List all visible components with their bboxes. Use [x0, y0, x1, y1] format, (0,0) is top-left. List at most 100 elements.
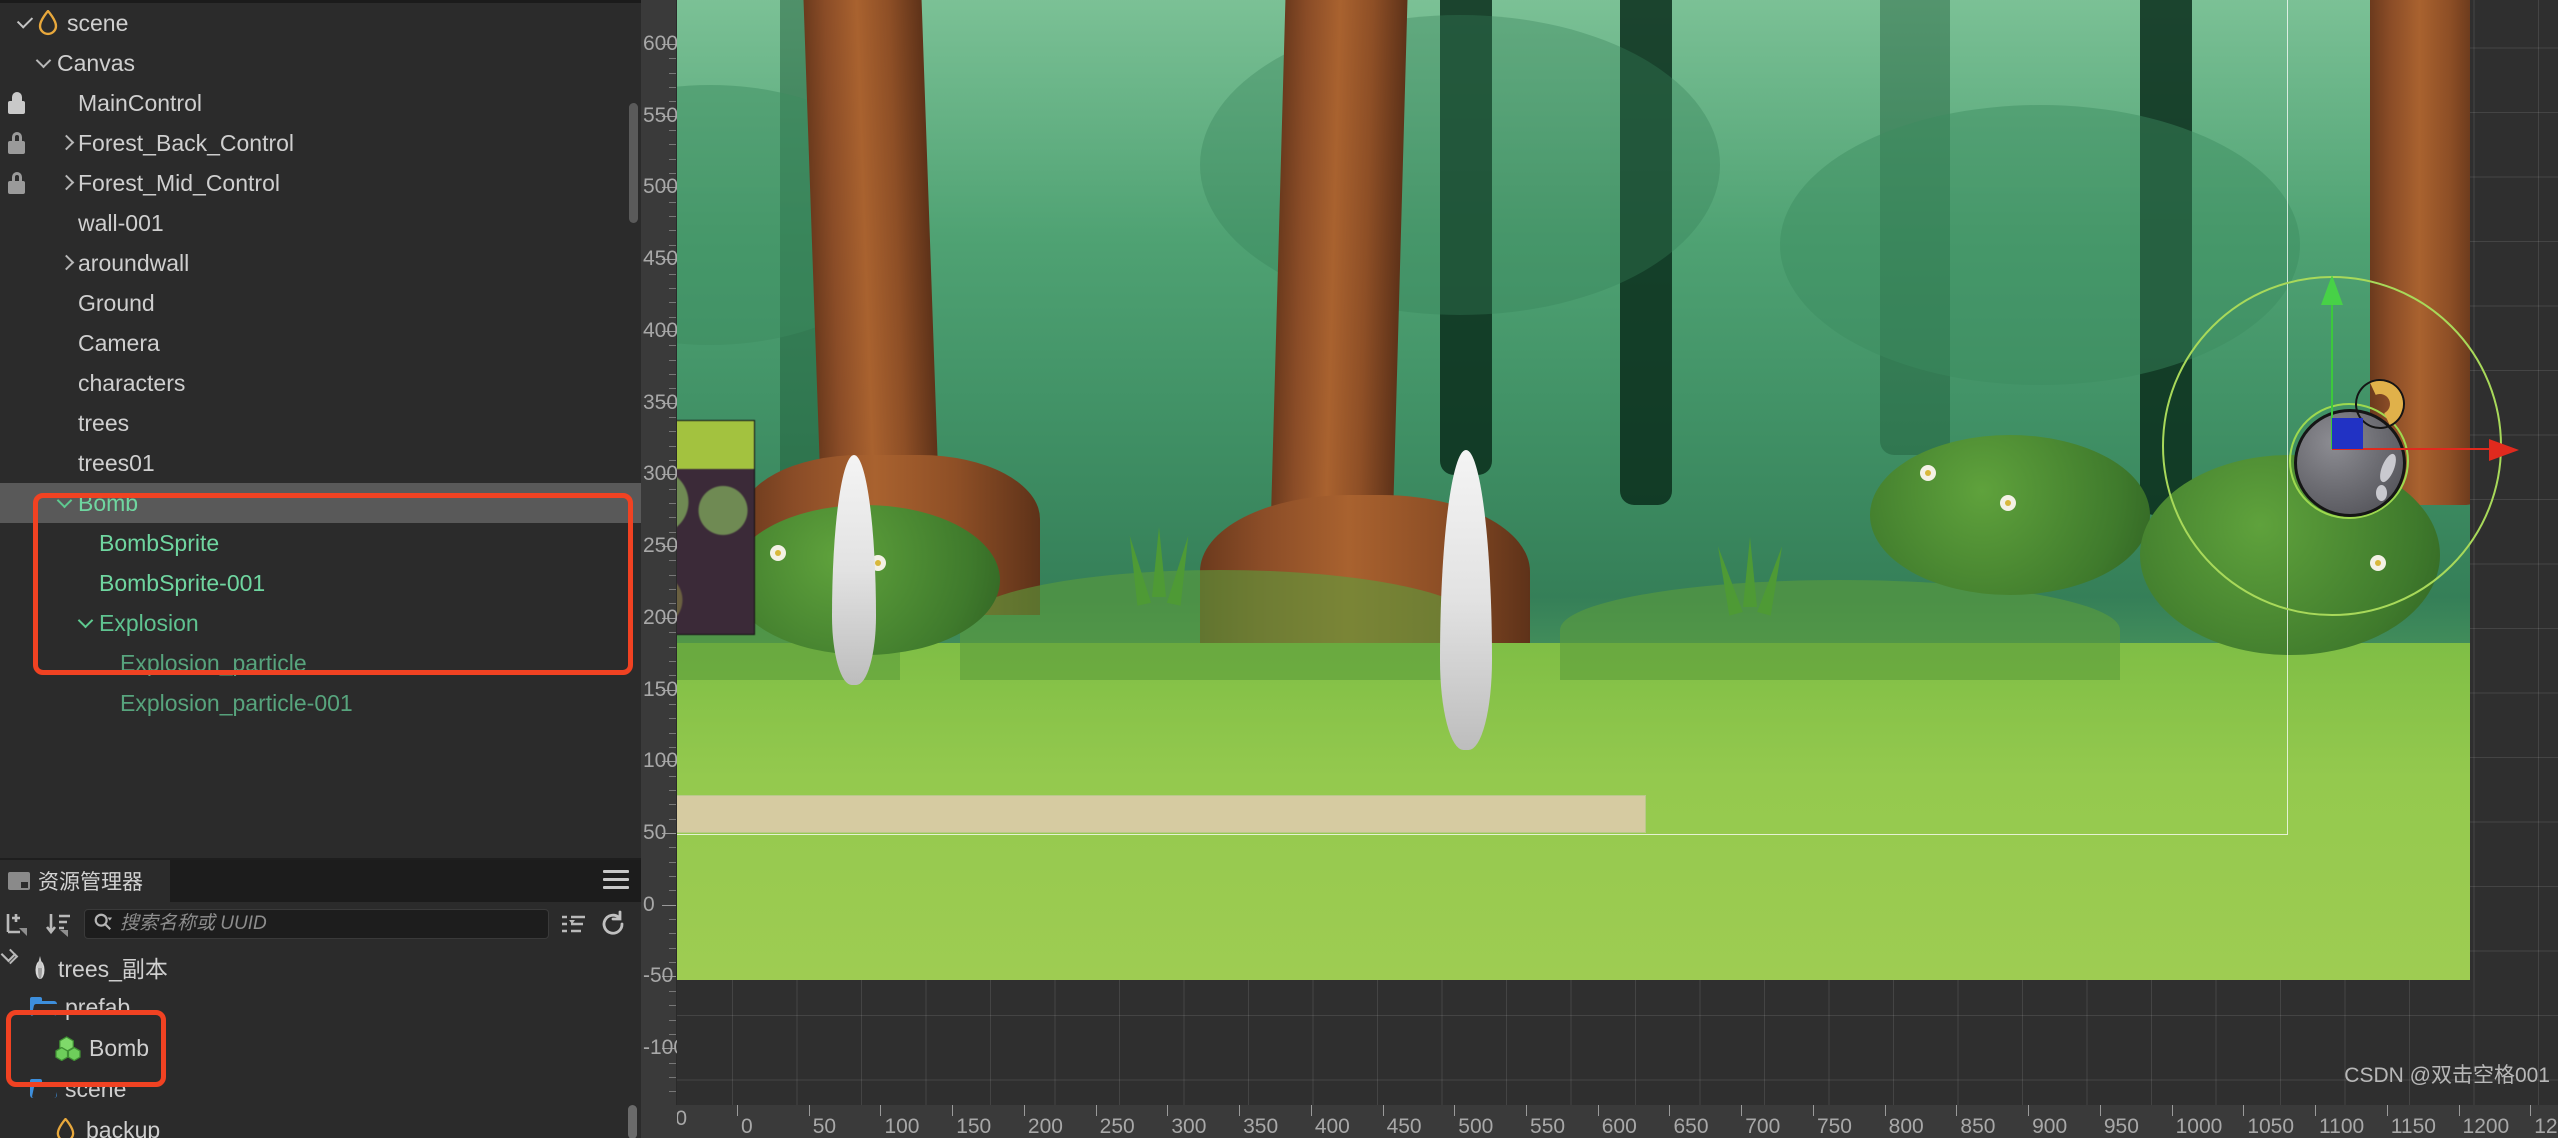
hierarchy-item-explosion-particle[interactable]: Explosion_particle	[0, 643, 641, 683]
search-input[interactable]	[120, 913, 540, 935]
hierarchy-item-maincontrol[interactable]: MainControl	[0, 83, 641, 123]
ruler-tick-minor	[669, 603, 676, 605]
ruler-tick	[1167, 1105, 1169, 1116]
lock-icon[interactable]	[8, 172, 25, 194]
check-icon[interactable]	[14, 12, 36, 34]
arrow-placeholder	[56, 372, 78, 394]
asset-manager-scrollbar[interactable]	[628, 1105, 637, 1138]
ruler-tick-minor	[669, 273, 676, 275]
sort-icon[interactable]	[44, 910, 74, 938]
asset-item-prefab[interactable]: prefab	[0, 987, 641, 1028]
ruler-tick-minor	[669, 818, 676, 820]
lock-icon[interactable]	[8, 92, 25, 114]
ground-bump	[1560, 580, 2120, 680]
mesh-icon	[30, 954, 50, 980]
ruler-tick-minor	[669, 962, 676, 964]
arrow-placeholder	[56, 212, 78, 234]
hierarchy-item-explosion-particle-001[interactable]: Explosion_particle-001	[0, 683, 641, 723]
chevron-down-icon[interactable]	[77, 612, 99, 634]
hierarchy-item-wall-001[interactable]: wall-001	[0, 203, 641, 243]
hierarchy-item-bombsprite-001[interactable]: BombSprite-001	[0, 563, 641, 603]
chevron-right-icon[interactable]	[56, 132, 78, 154]
lock-icon[interactable]	[8, 132, 25, 154]
ruler-label: 400	[1314, 1115, 1350, 1138]
ruler-tick-minor	[669, 919, 676, 921]
ruler-tick-minor	[669, 316, 676, 318]
grass-tuft	[1152, 527, 1166, 597]
search-icon	[93, 912, 113, 937]
ruler-tick-minor	[669, 230, 676, 232]
ruler-tick-minor	[669, 287, 676, 289]
chevron-down-icon[interactable]	[35, 52, 57, 74]
asset-manager-panel[interactable]: 资源管理器 搜索名称或 UUID trees_副本 prefab Bomb sc…	[0, 858, 641, 1138]
filter-list-icon[interactable]	[559, 910, 589, 938]
prefab-icon	[54, 1036, 81, 1062]
ruler-label: 200	[1027, 1115, 1063, 1138]
ruler-tick-minor	[669, 1062, 676, 1064]
hierarchy-item-label: BombSprite	[99, 530, 220, 556]
ruler-tick	[1669, 1105, 1671, 1116]
ruler-tick	[1454, 1105, 1456, 1116]
hierarchy-item-ground[interactable]: Ground	[0, 283, 641, 323]
ruler-label: -50	[643, 964, 674, 988]
ruler-label: 150	[643, 677, 679, 701]
ruler-tick	[1526, 1105, 1528, 1116]
asset-item-scene[interactable]: scene	[0, 1069, 641, 1110]
hierarchy-item-aroundwall[interactable]: aroundwall	[0, 243, 641, 283]
hierarchy-panel[interactable]: scene Canvas MainControl Forest_Back_Contro…	[0, 3, 641, 858]
hierarchy-item-canvas[interactable]: Canvas	[0, 43, 641, 83]
hierarchy-item-trees01[interactable]: trees01	[0, 443, 641, 483]
chevron-down-icon[interactable]	[56, 492, 78, 514]
ruler-tick-minor	[669, 1019, 676, 1021]
ruler-tick-minor	[669, 201, 676, 203]
asset-item-trees-副本[interactable]: trees_副本	[0, 946, 641, 987]
gizmo-y-arrow[interactable]	[2321, 275, 2343, 305]
ruler-label: 300	[1171, 1115, 1207, 1138]
tab-asset-manager[interactable]: 资源管理器	[0, 860, 170, 902]
hierarchy-item-bombsprite[interactable]: BombSprite	[0, 523, 641, 563]
ruler-tick-minor	[669, 646, 676, 648]
ruler-tick	[2028, 1105, 2030, 1116]
hierarchy-item-trees[interactable]: trees	[0, 403, 641, 443]
hierarchy-item-forest-mid-control[interactable]: Forest_Mid_Control	[0, 163, 641, 203]
bomb-highlight	[2376, 485, 2387, 501]
ruler-tick	[1382, 1105, 1384, 1116]
hierarchy-item-camera[interactable]: Camera	[0, 323, 641, 363]
ruler-tick	[1239, 1105, 1241, 1116]
refresh-icon[interactable]	[599, 910, 629, 938]
hamburger-icon[interactable]	[603, 870, 629, 892]
ruler-label: 50	[643, 821, 667, 845]
ruler-tick-minor	[669, 746, 676, 748]
hierarchy-item-label: Forest_Back_Control	[78, 130, 295, 156]
hierarchy-item-label: trees01	[78, 450, 155, 476]
asset-item-bomb[interactable]: Bomb	[0, 1028, 641, 1069]
hierarchy-item-forest-back-control[interactable]: Forest_Back_Control	[0, 123, 641, 163]
chevron-right-icon[interactable]	[56, 252, 78, 274]
chevron-right-icon[interactable]	[56, 172, 78, 194]
asset-manager-toolbar	[0, 902, 641, 946]
hierarchy-item-characters[interactable]: characters	[0, 363, 641, 403]
create-asset-icon[interactable]	[4, 910, 34, 938]
gizmo-center-handle[interactable]	[2332, 418, 2363, 449]
ruler-label: 1200	[2462, 1115, 2510, 1138]
asset-item-backup[interactable]: backup	[0, 1110, 641, 1138]
hierarchy-item-label: Explosion_particle	[120, 650, 307, 676]
hierarchy-item-explosion[interactable]: Explosion	[0, 603, 641, 643]
bomb-object[interactable]	[2149, 263, 2558, 683]
ruler-label: 950	[2103, 1115, 2139, 1138]
ruler-label: 550	[643, 103, 679, 127]
ruler-tick-minor	[669, 345, 676, 347]
arrow-placeholder	[56, 292, 78, 314]
search-input-wrapper[interactable]	[84, 909, 549, 939]
ruler-tick-minor	[669, 1005, 676, 1007]
ruler-tick-minor	[669, 560, 676, 562]
asset-item-label: prefab	[65, 994, 131, 1020]
hierarchy-item-bomb[interactable]: Bomb	[0, 483, 641, 523]
hierarchy-scrollbar[interactable]	[629, 103, 638, 223]
flame-icon	[54, 1117, 78, 1138]
scene-view[interactable]: CSDN @双击空格001	[677, 0, 2558, 1105]
gizmo-x-arrow[interactable]	[2489, 439, 2519, 461]
ruler-tick-minor	[669, 660, 676, 662]
ruler-tick	[1095, 1105, 1097, 1116]
hierarchy-item-scene[interactable]: scene	[0, 3, 641, 43]
